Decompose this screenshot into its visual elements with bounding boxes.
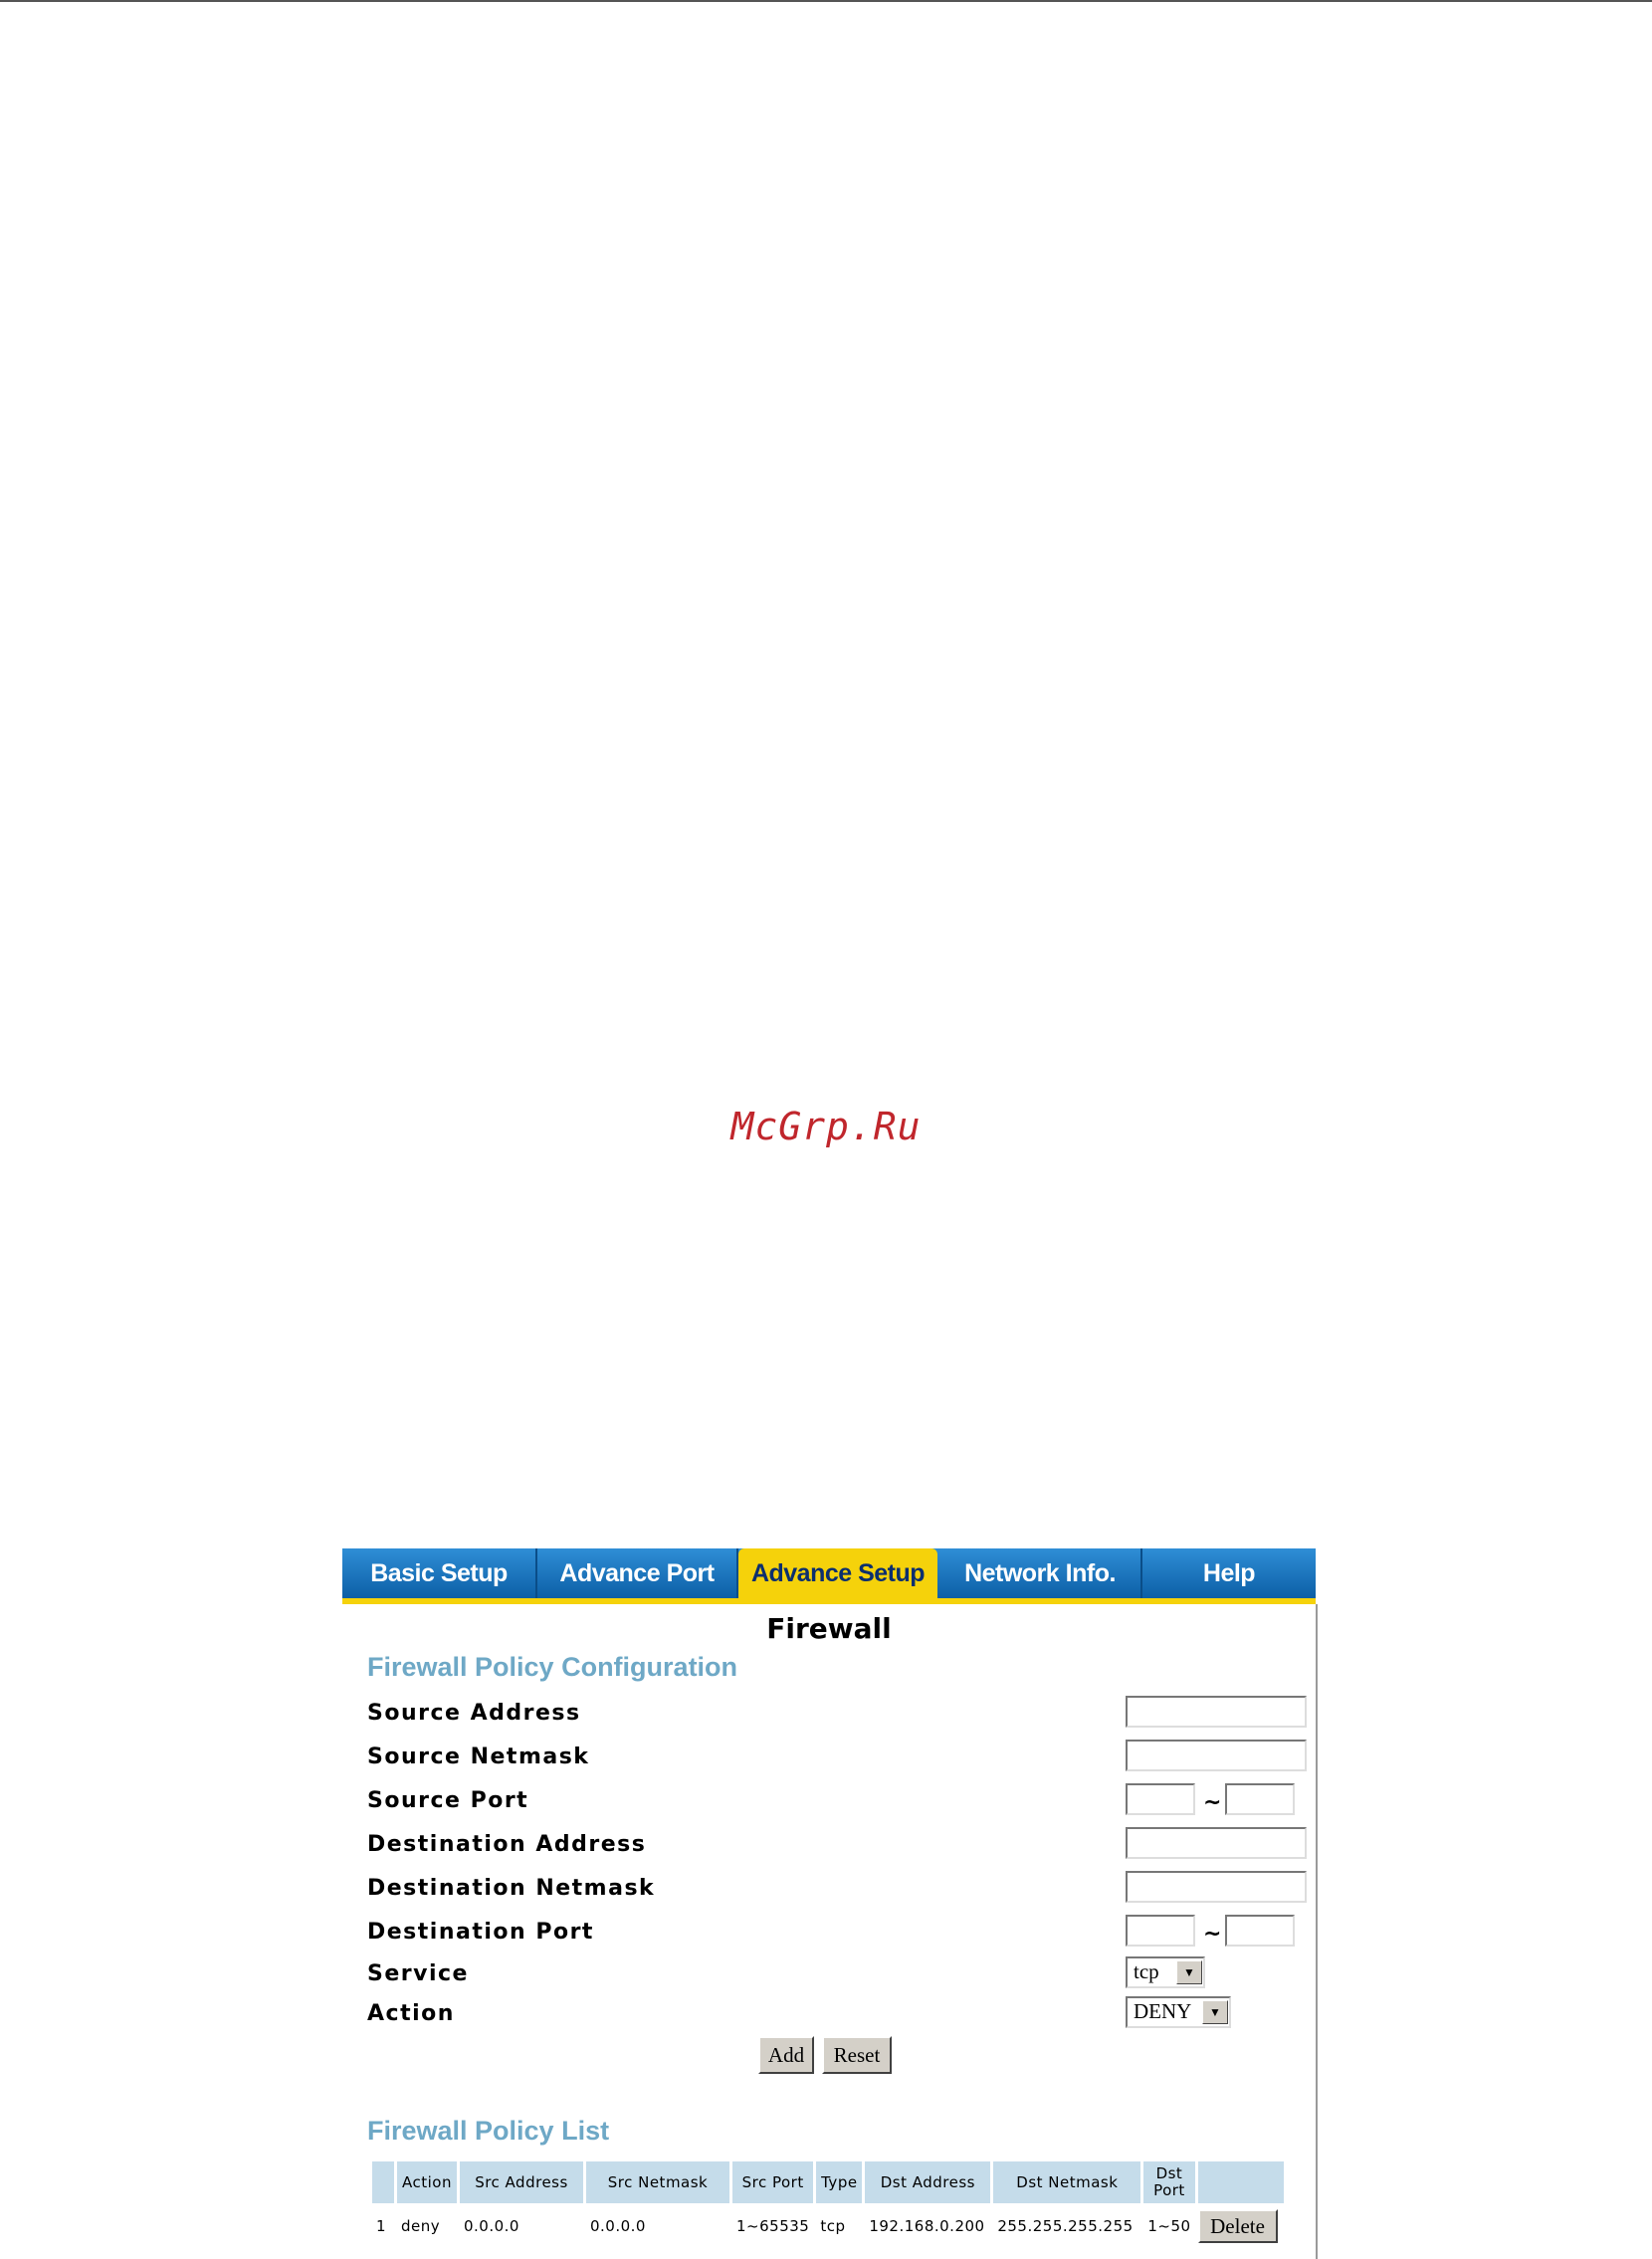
cell-index: 1 [376,2217,387,2235]
service-select[interactable]: tcp ▼ [1126,1956,1205,1988]
tab-help[interactable]: Help [1142,1548,1316,1598]
column-header-dst-port: Dst Port [1143,2161,1195,2203]
cell-dst-netmask: 255.255.255.255 [997,2217,1134,2235]
list-section-title: Firewall Policy List [367,2116,610,2146]
destination-netmask-row: Destination Netmask [367,1871,1313,1907]
column-header-src-netmask: Src Netmask [586,2161,729,2203]
table-header-row: Action Src Address Src Netmask Src Port … [372,2161,1284,2203]
chevron-down-icon[interactable]: ▼ [1176,1960,1202,1984]
add-button[interactable]: Add [758,2036,814,2074]
tab-network-info[interactable]: Network Info. [939,1548,1142,1598]
cell-src-port: 1~65535 [736,2217,810,2235]
action-select[interactable]: DENY ▼ [1126,1996,1231,2028]
delete-button[interactable]: Delete [1197,2209,1278,2243]
column-header-delete [1197,2161,1284,2203]
column-header-type: Type [816,2161,863,2203]
page-title: Firewall [766,1612,892,1645]
tab-advance-port[interactable]: Advance Port [537,1548,738,1598]
tab-advance-setup[interactable]: Advance Setup [738,1548,937,1598]
action-row: Action DENY ▼ [367,1996,1313,2032]
source-address-input[interactable] [1126,1696,1307,1728]
reset-button[interactable]: Reset [822,2036,892,2074]
action-label: Action [367,2001,455,2026]
destination-port-separator: ~ [1203,1922,1222,1947]
destination-address-input[interactable] [1126,1827,1307,1859]
source-port-label: Source Port [367,1788,529,1813]
chevron-down-icon[interactable]: ▼ [1202,2000,1228,2024]
column-header-src-port: Src Port [732,2161,814,2203]
panel-right-border [1316,1604,1318,2259]
destination-address-label: Destination Address [367,1832,647,1857]
service-label: Service [367,1961,469,1986]
cell-type: tcp [820,2217,846,2235]
cell-dst-port: 1~50 [1147,2217,1191,2235]
destination-port-row: Destination Port ~ [367,1915,1313,1951]
source-address-label: Source Address [367,1701,581,1726]
cell-dst-address: 192.168.0.200 [869,2217,985,2235]
config-section-title: Firewall Policy Configuration [367,1652,738,1682]
watermark: McGrp.Ru [730,1105,922,1148]
main-tab-bar: Basic Setup Advance Port Advance Setup N… [342,1548,1316,1604]
column-header-action: Action [397,2161,457,2203]
column-header-index [372,2161,394,2203]
service-selected-value: tcp [1134,1959,1159,1983]
destination-address-row: Destination Address [367,1827,1313,1863]
table-row: 1 deny 0.0.0.0 0.0.0.0 1~65535 tcp 192.1… [372,2203,1284,2249]
cell-src-address: 0.0.0.0 [464,2217,519,2235]
cell-action: deny [401,2217,441,2235]
destination-netmask-label: Destination Netmask [367,1876,656,1901]
top-rule [0,0,1652,2]
source-port-separator: ~ [1203,1790,1222,1815]
source-netmask-row: Source Netmask [367,1740,1313,1775]
cell-src-netmask: 0.0.0.0 [590,2217,646,2235]
column-header-dst-netmask: Dst Netmask [993,2161,1141,2203]
column-header-dst-address: Dst Address [865,2161,991,2203]
destination-port-from-input[interactable] [1126,1915,1195,1947]
tab-basic-setup[interactable]: Basic Setup [342,1548,537,1598]
source-netmask-input[interactable] [1126,1740,1307,1771]
source-address-row: Source Address [367,1696,1313,1732]
destination-port-to-input[interactable] [1225,1915,1295,1947]
service-row: Service tcp ▼ [367,1956,1313,1992]
firewall-policy-table: Action Src Address Src Netmask Src Port … [369,2161,1287,2249]
column-header-src-address: Src Address [460,2161,583,2203]
router-admin-panel: Basic Setup Advance Port Advance Setup N… [342,1548,1318,2259]
source-port-row: Source Port ~ [367,1783,1313,1819]
source-netmask-label: Source Netmask [367,1745,590,1769]
action-selected-value: DENY [1134,1999,1192,2023]
destination-port-label: Destination Port [367,1920,594,1945]
destination-netmask-input[interactable] [1126,1871,1307,1903]
cell-delete: Delete [1197,2203,1284,2249]
source-port-from-input[interactable] [1126,1783,1195,1815]
source-port-to-input[interactable] [1225,1783,1295,1815]
